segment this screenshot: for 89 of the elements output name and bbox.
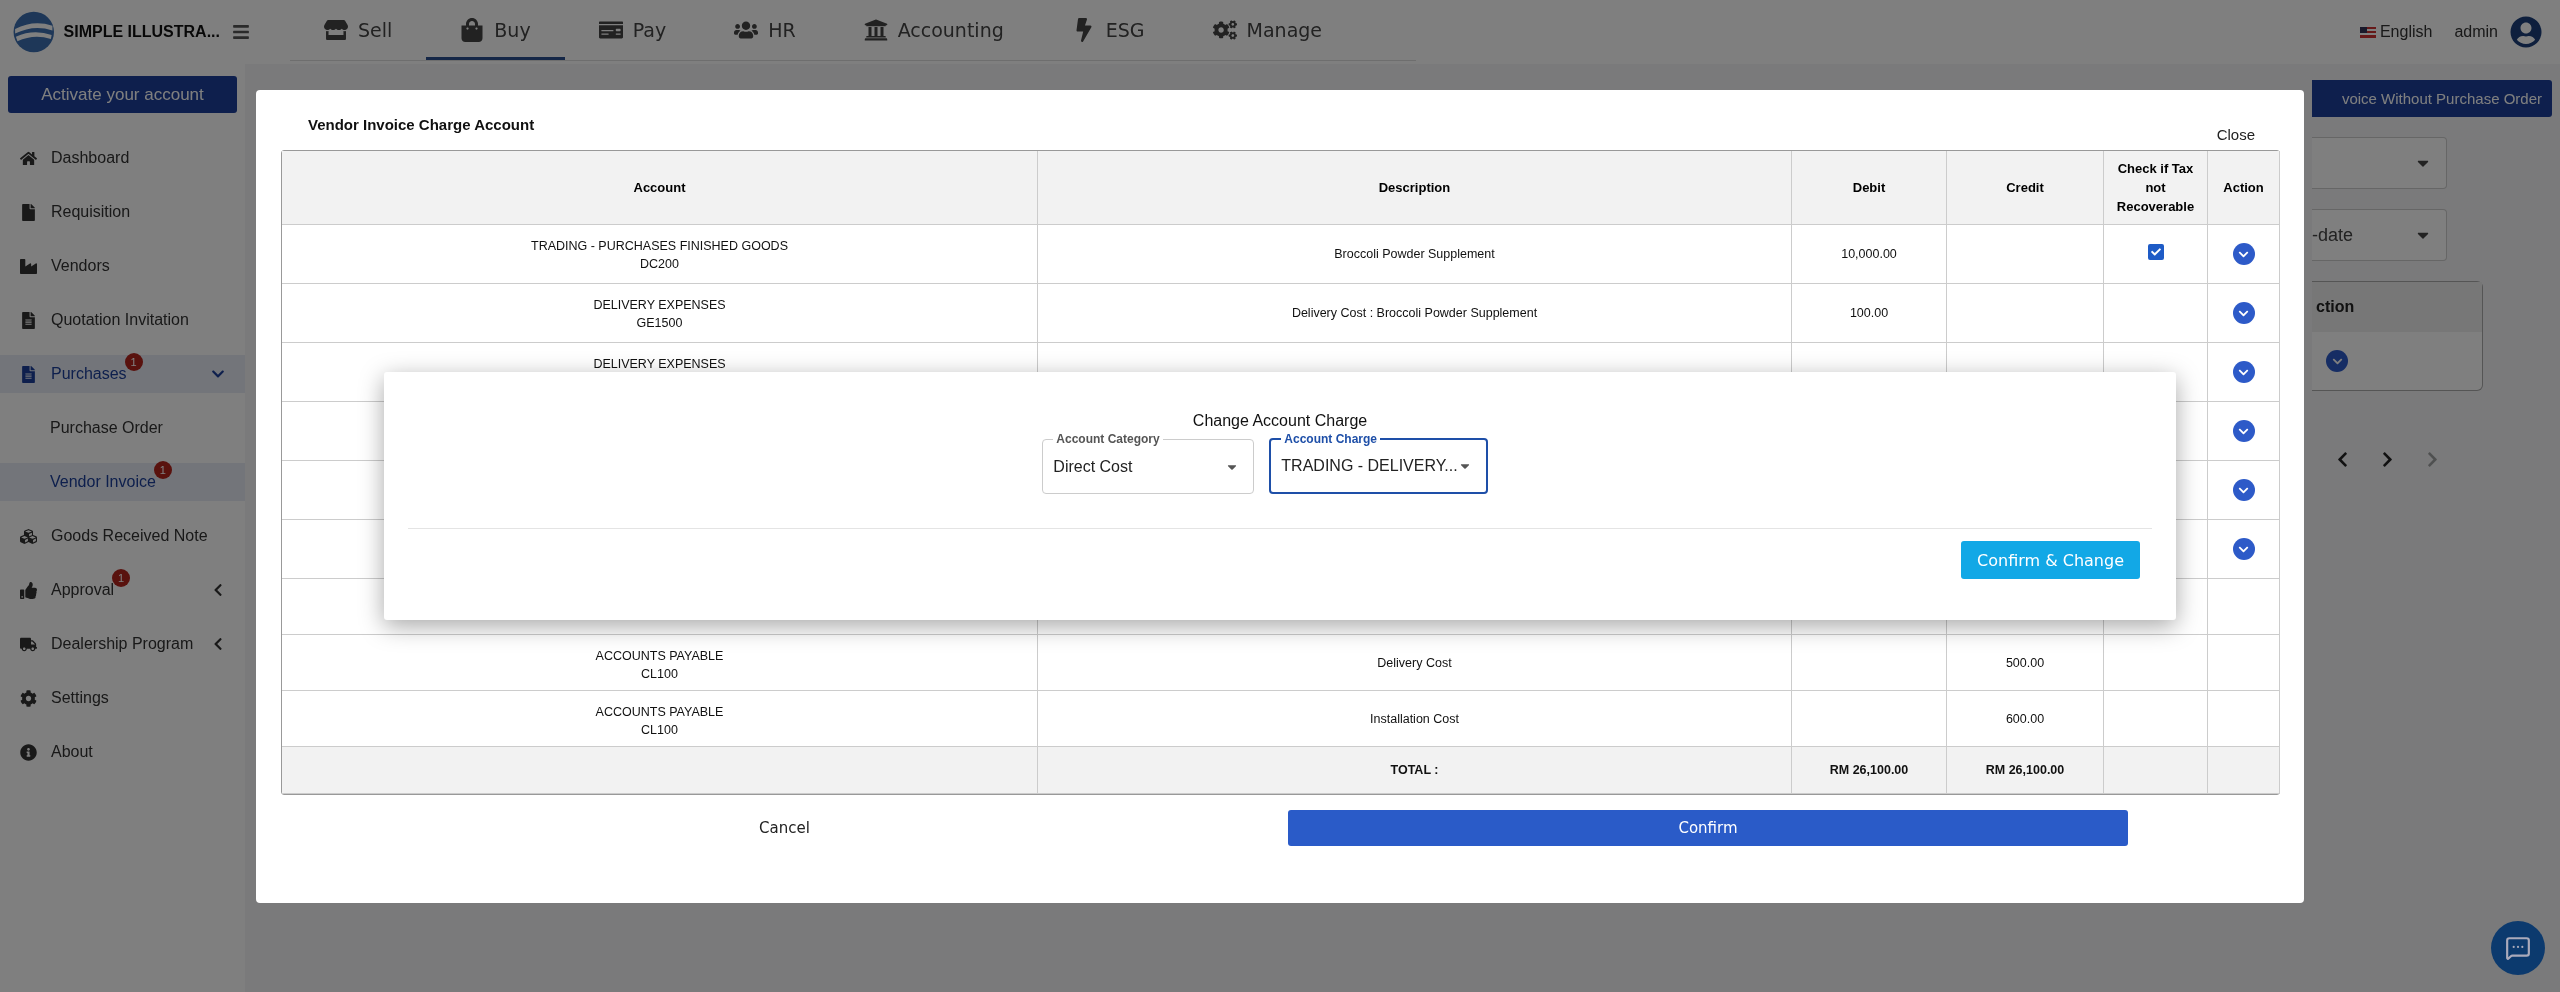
table-cell: Delivery Cost : Broccoli Powder Supplement (1038, 284, 1792, 343)
column-header: Account (282, 151, 1038, 225)
language-selector[interactable]: English (2359, 23, 2433, 41)
create-invoice-button[interactable]: voice Without Purchase Order (2312, 80, 2552, 117)
dialog-title: Change Account Charge (1192, 412, 1368, 430)
account-name: ACCOUNTS PAYABLE (595, 704, 724, 721)
count-badge: 1 (112, 569, 131, 587)
sidebar-subitem[interactable]: Purchase Order (0, 409, 245, 447)
total-credit: RM 26,100.00 (1947, 747, 2104, 794)
account-name: DELIVERY EXPENSES (593, 297, 726, 314)
nav-tab[interactable]: Manage (1178, 3, 1357, 60)
confirm-button[interactable]: Confirm (1288, 810, 2128, 846)
table-cell: 100.00 (1792, 284, 1947, 343)
boxes-icon (20, 527, 37, 545)
check-icon (2150, 247, 2161, 257)
tax-checkbox[interactable] (2147, 244, 2164, 260)
account-code: DC200 (640, 256, 679, 273)
sidebar-item[interactable]: Goods Received Note (0, 517, 245, 555)
account-select[interactable]: Account Category Direct Cost (1042, 432, 1255, 494)
account-name: TRADING - PURCHASES FINISHED GOODS (531, 238, 788, 255)
row-action-button[interactable] (2232, 538, 2255, 560)
sort-select[interactable]: -date (2312, 209, 2447, 261)
factory-icon (20, 257, 37, 275)
total-label: TOTAL : (1038, 747, 1792, 794)
sidebar-item[interactable]: Requisition (0, 193, 245, 231)
file-icon (20, 203, 37, 221)
column-header: Description (1038, 151, 1792, 225)
table-cell: Broccoli Powder Supplement (1038, 225, 1792, 284)
account-select[interactable]: Account Charge TRADING - DELIVERY... (1269, 432, 1488, 494)
chat-button[interactable] (2491, 921, 2545, 975)
document-icon (20, 311, 37, 329)
row-action-button[interactable] (2232, 420, 2255, 442)
column-header: Check if Tax not Recoverable (2104, 151, 2208, 225)
column-header: Debit (1792, 151, 1947, 225)
count-badge: 1 (153, 461, 172, 479)
sidebar-item[interactable]: About (0, 733, 245, 771)
activate-account-button[interactable]: Activate your account (8, 76, 237, 113)
column-header: Credit (1947, 151, 2104, 225)
confirm-change-button[interactable]: Confirm & Change (1961, 541, 2140, 579)
nav-tab[interactable]: ESG (1037, 3, 1179, 60)
sidebar-item[interactable]: Purchases 1 (0, 355, 245, 393)
nav-tab[interactable]: Pay (564, 3, 701, 60)
user-name[interactable]: admin (2454, 23, 2498, 41)
account-code: GE1500 (636, 315, 683, 332)
column-header: Action (2208, 151, 2280, 225)
row-action-button[interactable] (2232, 361, 2255, 383)
row-action-button[interactable] (2232, 479, 2255, 501)
modal-title: Vendor Invoice Charge Account (308, 116, 535, 133)
info-icon (20, 743, 37, 761)
truck-icon (20, 635, 37, 653)
account-code: CL100 (641, 666, 678, 683)
count-badge: 1 (124, 353, 143, 371)
bank-icon (863, 18, 888, 42)
gears-icon (1212, 18, 1237, 42)
sidebar-subitem[interactable]: Vendor Invoice 1 (0, 463, 245, 501)
expand-button[interactable] (2326, 350, 2348, 372)
nav-tab[interactable]: HR (700, 3, 830, 60)
shopping-bag-icon (460, 18, 485, 42)
sidebar-item[interactable]: Quotation Invitation (0, 301, 245, 339)
nav-tab[interactable]: Buy (426, 3, 565, 60)
home-icon (20, 149, 37, 167)
flag-icon (2359, 26, 2376, 38)
table-cell (2208, 747, 2280, 794)
close-button[interactable]: Close (2216, 126, 2255, 143)
thumbs-up-icon (20, 581, 37, 599)
menu-icon[interactable] (232, 23, 250, 41)
document-icon (20, 365, 37, 383)
table-cell: 500.00 (1947, 635, 2104, 691)
chat-icon (2505, 935, 2531, 961)
sidebar-item[interactable]: Dealership Program (0, 625, 245, 663)
table-header-cell: ction (2312, 282, 2482, 332)
account-name: DELIVERY EXPENSES (593, 356, 726, 373)
account-code: CL100 (641, 722, 678, 739)
cancel-button[interactable]: Cancel (281, 818, 1288, 838)
row-action-button[interactable] (2232, 302, 2255, 324)
brand-name: SIMPLE ILLUSTRA... (63, 23, 220, 41)
settings-icon (20, 689, 37, 707)
nav-tab[interactable]: Sell (290, 3, 427, 60)
row-action-button[interactable] (2232, 243, 2255, 265)
account-name: ACCOUNTS PAYABLE (595, 648, 724, 665)
sidebar-item[interactable]: Dashboard (0, 139, 245, 177)
total-debit: RM 26,100.00 (1792, 747, 1947, 794)
sidebar-item[interactable]: Settings (0, 679, 245, 717)
user-avatar-icon[interactable] (2510, 16, 2542, 48)
sidebar-item[interactable]: Vendors (0, 247, 245, 285)
table-cell: Delivery Cost (1038, 635, 1792, 691)
store-icon (324, 18, 348, 42)
nav-tab[interactable]: Accounting (829, 3, 1038, 60)
table-cell: 10,000.00 (1792, 225, 1947, 284)
